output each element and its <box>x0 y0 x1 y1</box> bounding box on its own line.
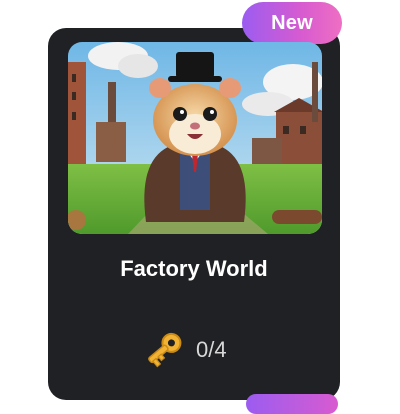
keys-progress: 0/4 <box>140 330 227 370</box>
next-card-badge <box>246 394 338 414</box>
keys-count: 0/4 <box>196 337 227 362</box>
game-thumbnail <box>68 42 322 234</box>
game-title: Factory World <box>120 256 268 281</box>
new-badge: New <box>242 2 342 44</box>
key-icon <box>148 332 182 368</box>
